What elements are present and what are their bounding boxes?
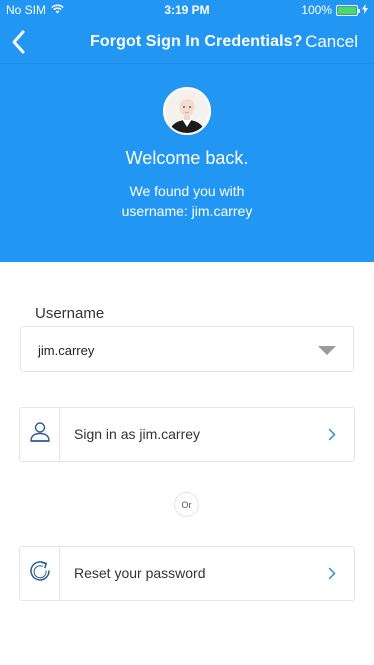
battery-percent: 100% — [301, 3, 332, 17]
back-button[interactable] — [6, 28, 34, 56]
chevron-right-icon — [328, 567, 336, 585]
welcome-message: Welcome back. — [125, 148, 249, 168]
cancel-button[interactable]: Cancel — [305, 32, 358, 52]
username-label: Username — [35, 305, 105, 322]
or-divider: Or — [174, 492, 199, 517]
found-user-text-line1: We found you with — [129, 183, 245, 199]
chevron-right-icon — [328, 428, 336, 446]
username-selected-value: jim.carrey — [38, 343, 95, 358]
refresh-icon — [28, 559, 52, 588]
reset-icon-cell — [20, 547, 60, 600]
sign-in-as-user-button[interactable]: Sign in as jim.carrey — [19, 407, 355, 462]
or-label: Or — [181, 499, 192, 510]
user-icon — [28, 420, 52, 449]
battery-icon — [336, 4, 360, 16]
username-select[interactable]: jim.carrey — [20, 326, 354, 372]
sign-in-label: Sign in as jim.carrey — [74, 426, 201, 442]
page-title: Forgot Sign In Credentials? — [90, 33, 303, 50]
reset-password-label: Reset your password — [74, 565, 206, 581]
user-photo-icon — [165, 89, 209, 133]
status-bar: No SIM 3:19 PM 100% — [0, 0, 374, 20]
navigation-bar: Forgot Sign In Credentials? Cancel — [0, 20, 374, 64]
battery-fill — [338, 6, 356, 14]
chevron-left-icon — [6, 30, 34, 60]
avatar — [163, 87, 211, 135]
charging-bolt-icon — [362, 3, 368, 17]
battery-group: 100% — [301, 3, 368, 17]
welcome-header: Welcome back. We found you with username… — [0, 64, 374, 262]
reset-password-button[interactable]: Reset your password — [19, 546, 355, 601]
found-user-text-line2: username: jim.carrey — [121, 203, 253, 219]
sign-in-icon-cell — [20, 408, 60, 461]
dropdown-arrow-icon — [318, 346, 336, 355]
